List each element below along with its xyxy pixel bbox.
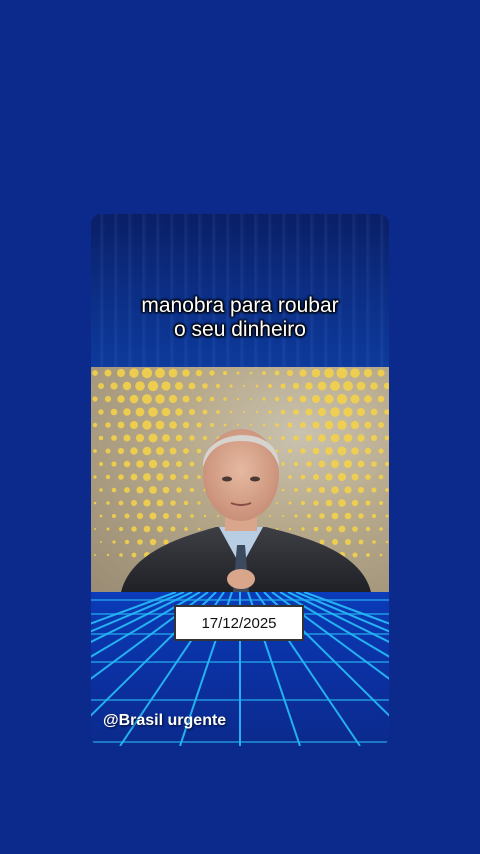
video-card[interactable]: manobra para roubar o seu dinheiro 17/12… bbox=[91, 214, 389, 746]
caption-line-1: manobra para roubar bbox=[141, 294, 339, 317]
video-scene bbox=[92, 367, 389, 592]
video-caption: manobra para roubar o seu dinheiro bbox=[91, 294, 389, 342]
caption-line-2: o seu dinheiro bbox=[174, 318, 306, 341]
presenter-hands bbox=[227, 569, 255, 589]
top-banner: manobra para roubar o seu dinheiro bbox=[91, 214, 389, 367]
video-frame[interactable] bbox=[91, 367, 389, 592]
date-label: 17/12/2025 bbox=[174, 605, 304, 641]
screen: manobra para roubar o seu dinheiro 17/12… bbox=[0, 0, 480, 854]
date-text: 17/12/2025 bbox=[201, 614, 277, 632]
grid-footer: 17/12/2025 @Brasil urgente bbox=[91, 592, 389, 746]
channel-handle[interactable]: @Brasil urgente bbox=[103, 712, 226, 730]
